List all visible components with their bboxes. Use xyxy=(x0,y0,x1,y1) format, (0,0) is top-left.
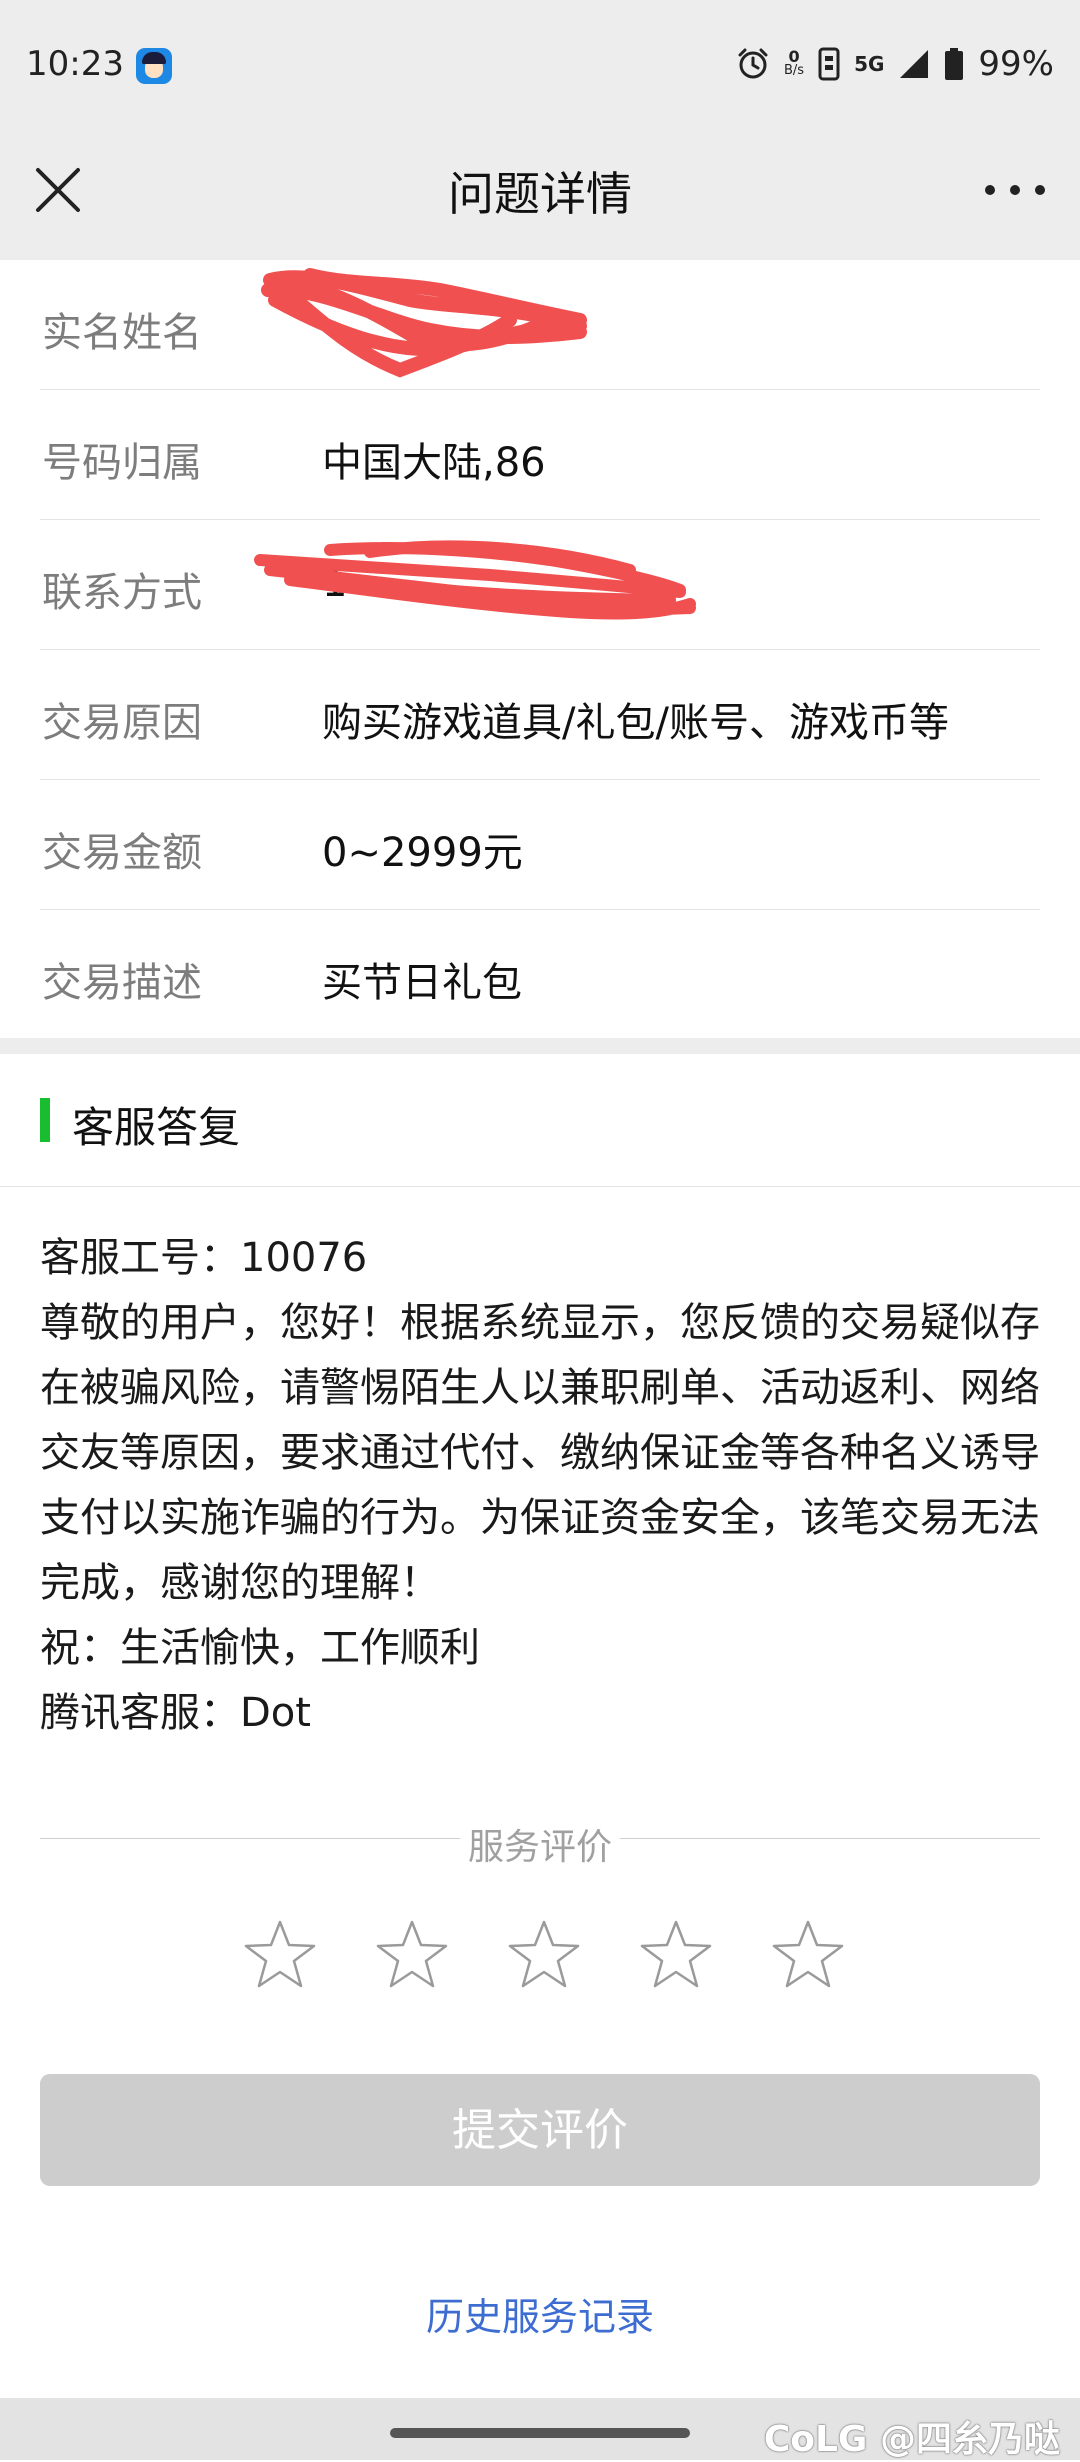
info-row-real-name: 实名姓名 xyxy=(40,260,1040,390)
page-title: 问题详情 xyxy=(448,167,632,221)
section-divider xyxy=(0,1038,1080,1054)
star-4-icon[interactable] xyxy=(640,1918,712,1990)
network-type: 5G xyxy=(854,52,885,76)
rating-divider: 服务评价 xyxy=(40,1818,1040,1868)
star-rating xyxy=(244,1918,844,1992)
sim-icon xyxy=(818,47,840,81)
info-row-contact: 联系方式 1 xyxy=(40,520,1040,650)
info-label: 号码归属 xyxy=(42,440,202,486)
status-indicators: 0 B/s 5G 99% xyxy=(736,44,1054,84)
alarm-icon xyxy=(738,48,768,79)
info-row-description: 交易描述 买节日礼包 xyxy=(40,910,1040,1039)
info-list: 实名姓名 号码归属 中国大陆,86 联系方式 1 交易原因 购买游戏道具/礼包/… xyxy=(40,260,1040,1039)
history-records-link[interactable]: 历史服务记录 xyxy=(0,2286,1080,2341)
rating-label: 服务评价 xyxy=(467,1827,612,1868)
section-accent-bar xyxy=(40,1098,50,1142)
signal-icon xyxy=(900,50,929,78)
info-value: 中国大陆,86 xyxy=(322,440,546,486)
star-3-icon[interactable] xyxy=(508,1918,580,1990)
section-title: 客服答复 xyxy=(72,1103,241,1152)
info-label: 交易原因 xyxy=(42,700,202,746)
reply-message: 尊敬的用户，您好！根据系统显示，您反馈的交易疑似存在被骗风险，请警惕陌生人以兼职… xyxy=(40,1300,1040,1606)
info-value: 0~2999元 xyxy=(322,830,523,876)
reply-greeting: 祝：生活愉快，工作顺利 xyxy=(40,1625,480,1671)
info-value: 买节日礼包 xyxy=(322,960,522,1006)
info-row-number-region: 号码归属 中国大陆,86 xyxy=(40,390,1040,520)
info-label: 联系方式 xyxy=(42,570,202,616)
info-row-reason: 交易原因 购买游戏道具/礼包/账号、游戏币等 xyxy=(40,650,1040,780)
battery-percent: 99% xyxy=(978,44,1054,84)
info-row-amount: 交易金额 0~2999元 xyxy=(40,780,1040,910)
more-icon[interactable] xyxy=(980,162,1050,218)
status-bar: 10:23 0 B/s 5G 99% xyxy=(0,0,1080,134)
reply-staff-id: 客服工号：10076 xyxy=(40,1235,368,1281)
divider xyxy=(0,246,1080,260)
star-2-icon[interactable] xyxy=(376,1918,448,1990)
home-indicator[interactable] xyxy=(390,2428,690,2438)
info-label: 交易描述 xyxy=(42,960,202,1006)
redaction-scribble xyxy=(254,540,696,620)
star-5-icon[interactable] xyxy=(772,1918,844,1990)
status-time: 10:23 xyxy=(26,44,124,84)
reply-content: 客服工号：10076 尊敬的用户，您好！根据系统显示，您反馈的交易疑似存在被骗风… xyxy=(40,1226,1050,1746)
battery-icon xyxy=(945,48,964,80)
watermark: CoLG @四糸乃哒 xyxy=(763,2419,1060,2460)
submit-rating-button[interactable]: 提交评价 xyxy=(40,2074,1040,2186)
nav-bar: 问题详情 xyxy=(0,134,1080,246)
app-notification-icon xyxy=(136,48,172,84)
star-1-icon[interactable] xyxy=(244,1918,316,1990)
reply-signature: 腾讯客服：Dot xyxy=(40,1690,311,1736)
reply-section-header: 客服答复 xyxy=(0,1054,1080,1187)
net-speed: 0 B/s xyxy=(784,47,805,78)
info-label: 实名姓名 xyxy=(42,310,202,356)
redaction-scribble xyxy=(261,268,587,378)
info-label: 交易金额 xyxy=(42,830,202,876)
info-value: 购买游戏道具/礼包/账号、游戏币等 xyxy=(322,700,949,746)
